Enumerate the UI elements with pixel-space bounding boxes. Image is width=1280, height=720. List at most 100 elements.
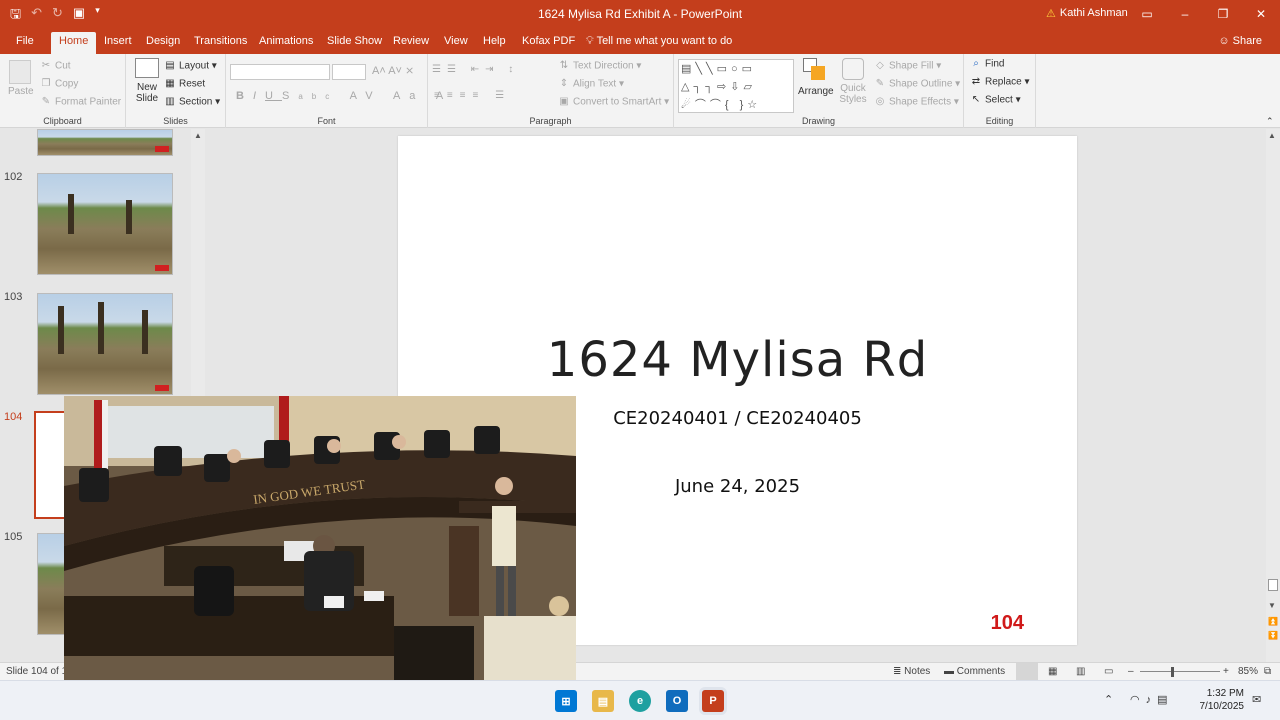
user-account[interactable]: ⚠ Kathi Ashman [1046, 7, 1128, 20]
font-size-input[interactable] [332, 64, 366, 80]
new-slide-button[interactable]: New Slide [132, 58, 162, 104]
collapse-ribbon-icon[interactable]: ⌃ [1266, 116, 1274, 127]
shape-fill-button[interactable]: ◇ Shape Fill ▾ [874, 60, 941, 72]
select-button[interactable]: ↖ Select ▾ [970, 94, 1021, 106]
zoom-out-icon[interactable]: – [1128, 666, 1134, 677]
ribbon: Paste ✂ Cut ❐ Copy ✎ Format Painter Clipboa… [0, 54, 1280, 128]
reading-view-icon[interactable]: ▥ [1076, 666, 1085, 677]
scroll-up-icon[interactable]: ▲ [1268, 131, 1276, 140]
slide-number-label: 104 [4, 411, 23, 423]
copy-button[interactable]: ❐ Copy [40, 78, 79, 90]
reset-icon: ▦ [165, 78, 175, 89]
font-group-label: Font [317, 116, 336, 126]
zoom-slider[interactable] [1140, 671, 1220, 672]
zoom-slider-thumb[interactable] [1171, 667, 1174, 677]
next-slide-icon[interactable]: ⏬ [1268, 631, 1278, 640]
clock[interactable]: 1:32 PM 7/10/2025 [1196, 687, 1245, 713]
quick-styles-icon [842, 58, 864, 80]
font-size-controls[interactable]: A˄ A˅ ⨯ [372, 64, 414, 77]
quick-styles-button[interactable]: Quick Styles [838, 58, 868, 105]
shapes-gallery[interactable]: ▤╲╲▭○▭ △┐┐⇨⇩▱ ☄⌒⌒{ }☆ [678, 59, 794, 113]
section-button[interactable]: ▥ Section ▾ [164, 96, 220, 108]
list-buttons[interactable]: ☰☰ ⇤⇥ ↕ [432, 64, 519, 75]
edge-icon[interactable]: e [629, 690, 651, 712]
effects-icon: ◎ [875, 96, 885, 107]
share-label: Share [1232, 35, 1262, 47]
tray-icons[interactable]: ◠♪▤ [1130, 693, 1174, 706]
outline-icon: ✎ [875, 78, 885, 89]
normal-view-icon[interactable] [1016, 663, 1038, 680]
zoom-in-icon[interactable]: + [1223, 666, 1229, 677]
arrange-label: Arrange [798, 86, 834, 97]
scroll-thumb[interactable] [1268, 579, 1278, 591]
reset-button[interactable]: ▦ Reset [164, 78, 205, 90]
select-label: Select [985, 94, 1013, 106]
tab-slide-show[interactable]: Slide Show [319, 32, 390, 54]
section-label: Section [179, 96, 213, 108]
restore-icon[interactable]: ❐ [1204, 0, 1242, 28]
comment-icon: ▬ [944, 666, 954, 677]
shape-outline-button[interactable]: ✎ Shape Outline ▾ [874, 78, 960, 90]
ribbon-display-icon[interactable]: ▭ [1128, 0, 1166, 28]
tab-help[interactable]: Help [475, 32, 514, 54]
replace-button[interactable]: ⇄ Replace ▾ [970, 76, 1030, 88]
minimize-icon[interactable]: – [1166, 0, 1204, 28]
slides-group: New Slide ▤ Layout ▾ ▦ Reset ▥ Section ▾ Sl… [126, 54, 226, 128]
tab-insert[interactable]: Insert [96, 32, 140, 54]
tab-file[interactable]: File [8, 32, 42, 54]
shape-effects-button[interactable]: ◎ Shape Effects ▾ [874, 96, 959, 108]
outlook-icon[interactable]: O [666, 690, 688, 712]
drawing-group: ▤╲╲▭○▭ △┐┐⇨⇩▱ ☄⌒⌒{ }☆ Arrange Quick Styles… [674, 54, 964, 128]
slide-thumbnail[interactable] [37, 173, 173, 275]
notification-icon[interactable]: ✉ [1252, 693, 1261, 706]
tab-animations[interactable]: Animations [251, 32, 321, 54]
arrange-button[interactable]: Arrange [798, 58, 834, 97]
font-format-buttons[interactable]: BIUSabc AV Aa A [236, 90, 452, 102]
convert-smartart-button[interactable]: ▣ Convert to SmartArt ▾ [558, 96, 669, 108]
editor-scrollbar[interactable]: ▲ ▼ ⏫ ⏬ [1266, 129, 1280, 662]
find-button[interactable]: ⌕ Find [970, 58, 1004, 70]
text-direction-button[interactable]: ⇅ Text Direction ▾ [558, 60, 642, 72]
zoom-level[interactable]: 85% [1238, 666, 1258, 677]
notes-button[interactable]: ≣ Notes [893, 666, 930, 677]
quick-styles-label-2: Styles [839, 94, 867, 105]
clock-time: 1:32 PM [1206, 688, 1244, 699]
tell-me-search[interactable]: 💡︎ Tell me what you want to do [578, 32, 740, 54]
shape-fill-label: Shape Fill [889, 60, 934, 72]
paste-button[interactable]: Paste [8, 60, 34, 97]
file-explorer-icon[interactable]: ▤ [592, 690, 614, 712]
align-buttons[interactable]: ≡≡≡≡ ☰ [434, 90, 511, 101]
new-slide-label-2: Slide [135, 93, 159, 104]
align-text-button[interactable]: ⇕ Align Text ▾ [558, 78, 624, 90]
tab-review[interactable]: Review [385, 32, 437, 54]
powerpoint-icon[interactable]: P [702, 690, 724, 712]
warning-icon: ⚠ [1046, 8, 1056, 20]
tab-kofax-pdf[interactable]: Kofax PDF [514, 32, 583, 54]
slide-title[interactable]: 1624 Mylisa Rd [398, 332, 1077, 388]
tab-design[interactable]: Design [138, 32, 188, 54]
fit-slide-icon[interactable]: ⧉ [1264, 666, 1271, 677]
reset-label: Reset [179, 78, 206, 90]
slide-sorter-icon[interactable]: ▦ [1048, 666, 1057, 677]
layout-button[interactable]: ▤ Layout ▾ [164, 60, 217, 72]
clock-date: 7/10/2025 [1199, 701, 1245, 712]
format-painter-button[interactable]: ✎ Format Painter [40, 96, 121, 108]
close-icon[interactable]: ✕ [1242, 0, 1280, 28]
share-button[interactable]: ☺ Share [1218, 35, 1262, 47]
slideshow-view-icon[interactable]: ▭ [1104, 666, 1113, 677]
tray-overflow-icon[interactable]: ⌃ [1104, 693, 1113, 706]
slide-thumbnail[interactable] [37, 293, 173, 395]
cut-button[interactable]: ✂ Cut [40, 60, 71, 72]
scroll-down-icon[interactable]: ▼ [1268, 601, 1276, 610]
comments-button[interactable]: ▬ Comments [944, 666, 1005, 677]
new-slide-label: New [136, 82, 157, 93]
start-icon[interactable]: ⊞ [555, 690, 577, 712]
paste-icon [9, 60, 31, 84]
slide-thumbnail[interactable] [37, 129, 173, 156]
tab-transitions[interactable]: Transitions [186, 32, 255, 54]
paste-label: Paste [8, 86, 34, 97]
tab-view[interactable]: View [436, 32, 476, 54]
prev-slide-icon[interactable]: ⏫ [1268, 617, 1278, 626]
tab-home[interactable]: Home [51, 32, 97, 54]
font-name-input[interactable] [230, 64, 330, 80]
